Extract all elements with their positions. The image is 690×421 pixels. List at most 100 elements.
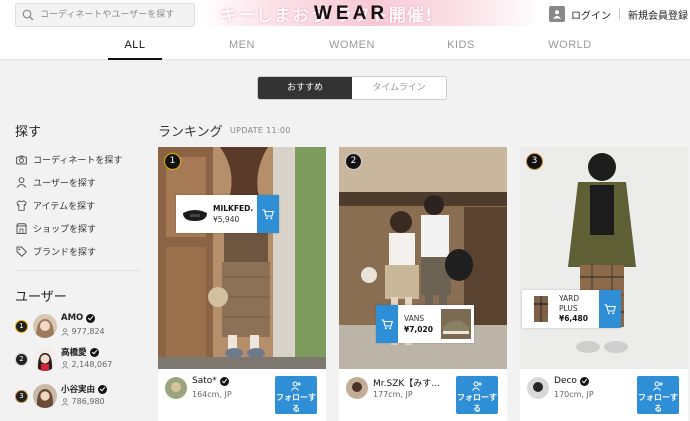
header-account-links: ログイン 新規会員登録 [549,5,688,23]
item-brand: VANS [404,314,425,323]
feed-toggle: おすすめ タイムライン [257,76,447,100]
follower-count-value: 2,148,067 [71,360,113,369]
coordinate-photo[interactable] [520,147,688,369]
item-thumbnail [180,199,210,229]
rank-badge: 1 [164,153,181,170]
sidebar-item-items[interactable]: アイテムを探す [15,194,140,217]
wear-logo[interactable]: WEAR [314,3,388,25]
user-name-text: Mr.SZK【みす… [373,379,441,389]
tab-all[interactable]: ALL [108,39,162,51]
person-icon [15,177,27,189]
register-link[interactable]: 新規会員登録 [628,7,688,22]
follower-count: 786,980 [61,397,105,406]
tab-women[interactable]: WOMEN [322,39,382,51]
search-input[interactable] [40,7,190,23]
tab-men[interactable]: MEN [215,39,269,51]
follower-count-value: 977,824 [71,327,105,336]
ranked-user-row[interactable]: 3 小谷実由 786,980 [15,382,140,412]
tag-icon [15,246,27,258]
search-menu: コーディネートを探す ユーザーを探す アイテムを探す ショップを探す ブランドを… [15,148,140,263]
tab-kids[interactable]: KIDS [434,39,488,51]
ranking-card: 2 VANS ¥7,020 Mr.SZK【みす… 177cm, JP フォローする [339,147,507,421]
user-name[interactable]: 小谷実由 [61,383,108,395]
avatar[interactable] [33,384,57,408]
user-icon[interactable] [549,6,565,22]
ranked-user-row[interactable]: 2 高橋愛 2,148,067 [15,345,140,375]
user-name[interactable]: AMO [61,313,96,323]
tab-world[interactable]: WORLD [540,39,600,51]
cart-icon[interactable] [599,290,621,328]
follow-button[interactable]: フォローする [456,376,498,414]
ranking-card: 3 YARD PLUS ¥6,480 Deco 170cm, JP フォローする [520,147,688,421]
rank-badge: 2 [15,353,28,366]
avatar[interactable] [165,377,187,399]
recommended-toggle[interactable]: おすすめ [258,77,352,99]
gender-tabs: ALL MEN WOMEN KIDS WORLD [0,34,690,60]
follow-button-label: フォローする [457,393,497,413]
sidebar-divider [15,270,139,271]
item-tag[interactable]: MILKFED. ¥5,940 [176,195,280,233]
follow-icon [653,381,663,391]
rank-badge: 2 [345,153,362,170]
sidebar-item-label: コーディネートを探す [33,156,123,166]
user-name[interactable]: Sato* [192,376,229,386]
item-price: ¥5,940 [213,215,240,224]
avatar[interactable] [33,314,57,338]
user-height-country: 170cm, JP [554,390,594,399]
login-link[interactable]: ログイン [571,7,611,22]
follower-count: 2,148,067 [61,360,112,369]
timeline-toggle[interactable]: タイムライン [352,77,446,99]
card-footer: Sato* 164cm, JP フォローする [158,369,326,421]
follow-icon [291,381,301,391]
verified-icon [579,376,589,386]
sidebar-item-label: ブランドを探す [33,248,97,258]
item-brand: YARD PLUS [559,294,580,313]
active-tab-indicator [108,58,162,60]
sidebar-item-coordinates[interactable]: コーディネートを探す [15,148,140,171]
cart-icon[interactable] [257,195,280,233]
user-height-country: 177cm, JP [373,390,413,399]
shirt-icon [15,200,27,212]
sidebar-item-brands[interactable]: ブランドを探す [15,240,140,263]
camera-icon [15,154,27,166]
sidebar-item-label: ユーザーを探す [33,179,96,189]
sidebar-item-shops[interactable]: ショップを探す [15,217,140,240]
ranked-user-row[interactable]: 1 AMO 977,824 [15,312,140,342]
item-price: ¥7,020 [404,325,433,334]
verified-icon [98,384,108,394]
person-icon [61,360,69,369]
follow-button[interactable]: フォローする [275,376,317,414]
sidebar-item-label: アイテムを探す [33,202,96,212]
user-height-country: 164cm, JP [192,390,232,399]
header-divider [619,8,620,20]
search-icon [22,9,34,21]
person-icon [61,397,69,406]
search-box[interactable] [15,3,195,27]
ranking-update-time: UPDATE 11:00 [230,126,291,135]
avatar[interactable] [33,347,57,371]
sidebar-item-users[interactable]: ユーザーを探す [15,171,140,194]
user-name-text: 小谷実由 [61,385,96,395]
avatar[interactable] [346,377,368,399]
shop-icon [15,223,27,235]
coordinate-photo[interactable] [158,147,326,369]
avatar[interactable] [527,377,549,399]
item-price: ¥6,480 [559,314,588,323]
user-name-text: AMO [61,313,84,323]
follow-icon [472,381,482,391]
user-name[interactable]: Mr.SZK【みす… [373,376,440,389]
users-section-title: ユーザー [15,290,67,305]
verified-icon [86,313,96,323]
item-brand: MILKFED. [213,204,254,213]
user-name[interactable]: 高橋愛 [61,346,99,358]
follower-count-value: 786,980 [71,397,105,406]
cart-icon[interactable] [376,305,398,343]
verified-icon [219,376,229,386]
user-name-text: 高橋愛 [61,348,87,358]
verified-icon [89,347,99,357]
follow-button[interactable]: フォローする [637,376,679,414]
item-tag[interactable]: YARD PLUS ¥6,480 [522,290,621,328]
user-name[interactable]: Deco [554,376,589,386]
item-tag[interactable]: VANS ¥7,020 [376,305,474,343]
sidebar-item-label: ショップを探す [33,225,97,235]
